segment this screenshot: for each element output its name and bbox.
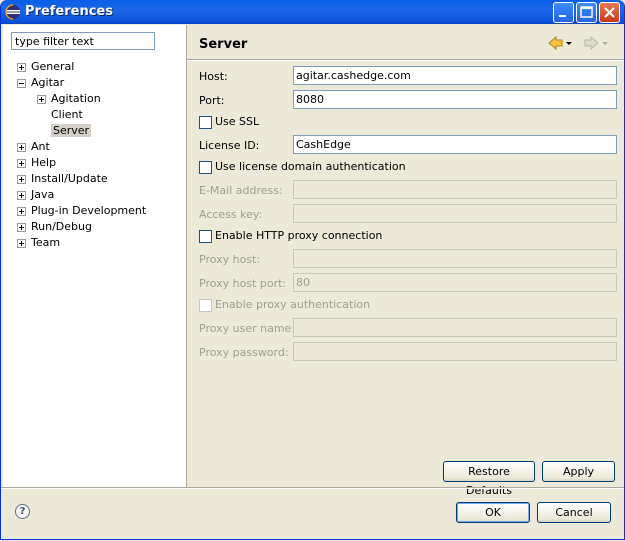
- enable-proxy-auth-checkbox: Enable proxy authentication: [199, 298, 370, 312]
- close-icon: [604, 7, 615, 18]
- tree-item-help[interactable]: Help: [17, 155, 56, 170]
- help-icon[interactable]: ?: [15, 504, 30, 519]
- checkbox-box[interactable]: [199, 160, 212, 174]
- tree-item-team[interactable]: Team: [17, 235, 60, 250]
- license-id-label: License ID:: [199, 139, 260, 152]
- minimize-button[interactable]: [553, 2, 574, 23]
- expand-icon[interactable]: [17, 190, 26, 200]
- ok-button[interactable]: OK: [456, 502, 530, 523]
- access-key-label: Access key:: [199, 208, 263, 221]
- preference-page: Server Host: Port: Use SSL License ID: U…: [187, 25, 624, 497]
- forward-arrow-icon: [584, 35, 608, 51]
- close-button[interactable]: [599, 2, 620, 23]
- tree-item-plugin-development[interactable]: Plug-in Development: [17, 203, 146, 218]
- checkbox-box[interactable]: [199, 229, 212, 243]
- expand-icon[interactable]: [17, 238, 26, 248]
- expand-icon[interactable]: [17, 158, 26, 168]
- proxy-host-label: Proxy host:: [199, 253, 261, 266]
- tree-item-general[interactable]: General: [17, 59, 74, 74]
- apply-button[interactable]: Apply: [542, 461, 615, 482]
- expand-icon[interactable]: [17, 222, 26, 232]
- tree-item-client[interactable]: Client: [51, 107, 83, 122]
- expand-icon[interactable]: [17, 142, 26, 152]
- host-field[interactable]: [293, 66, 617, 85]
- maximize-icon: [580, 6, 593, 18]
- minimize-icon: [559, 15, 566, 17]
- proxy-password-field: [293, 342, 617, 361]
- collapse-icon[interactable]: [17, 78, 26, 88]
- title-separator: [187, 59, 624, 61]
- tree-item-run-debug[interactable]: Run/Debug: [17, 219, 92, 234]
- checkbox-box: [199, 298, 212, 312]
- proxy-user-field: [293, 318, 617, 337]
- forward-button[interactable]: [583, 35, 609, 51]
- email-label: E-Mail address:: [199, 184, 283, 197]
- selected-label: Server: [51, 124, 92, 137]
- preferences-window: Preferences General Agitar Agitation Cli…: [0, 0, 625, 540]
- tree-item-server[interactable]: Server: [51, 123, 92, 138]
- page-title: Server: [199, 37, 248, 52]
- preference-tree-panel: General Agitar Agitation Client Server A…: [3, 25, 186, 487]
- tree-item-agitar[interactable]: Agitar: [17, 75, 64, 90]
- maximize-button[interactable]: [576, 2, 597, 23]
- access-key-field: [293, 204, 617, 223]
- back-arrow-icon: [548, 35, 572, 51]
- host-label: Host:: [199, 70, 228, 83]
- eclipse-icon: [5, 4, 21, 20]
- expand-icon[interactable]: [17, 206, 26, 216]
- expand-icon[interactable]: [17, 174, 26, 184]
- expand-icon[interactable]: [17, 62, 26, 72]
- tree-item-ant[interactable]: Ant: [17, 139, 50, 154]
- proxy-host-field: [293, 249, 617, 268]
- expand-icon[interactable]: [37, 94, 46, 104]
- filter-input[interactable]: [11, 32, 155, 50]
- window-title: Preferences: [25, 4, 113, 19]
- port-label: Port:: [199, 94, 225, 107]
- cancel-button[interactable]: Cancel: [537, 502, 611, 523]
- restore-defaults-button[interactable]: Restore Defaults: [443, 461, 535, 497]
- proxy-password-label: Proxy password:: [199, 346, 289, 359]
- tree-item-java[interactable]: Java: [17, 187, 54, 202]
- checkbox-box[interactable]: [199, 115, 212, 129]
- proxy-port-label: Proxy host port:: [199, 277, 287, 290]
- tree-item-agitation[interactable]: Agitation: [37, 91, 101, 106]
- email-field: [293, 180, 617, 199]
- enable-http-proxy-checkbox[interactable]: Enable HTTP proxy connection: [199, 229, 382, 243]
- license-id-field[interactable]: [293, 135, 617, 154]
- proxy-user-label: Proxy user name:: [199, 322, 296, 335]
- back-button[interactable]: [547, 35, 573, 51]
- use-ssl-checkbox[interactable]: Use SSL: [199, 115, 259, 129]
- port-field[interactable]: [293, 90, 617, 109]
- use-license-domain-checkbox[interactable]: Use license domain authentication: [199, 160, 406, 174]
- title-bar[interactable]: Preferences: [1, 0, 624, 24]
- proxy-port-field: [293, 273, 617, 292]
- tree-item-install-update[interactable]: Install/Update: [17, 171, 108, 186]
